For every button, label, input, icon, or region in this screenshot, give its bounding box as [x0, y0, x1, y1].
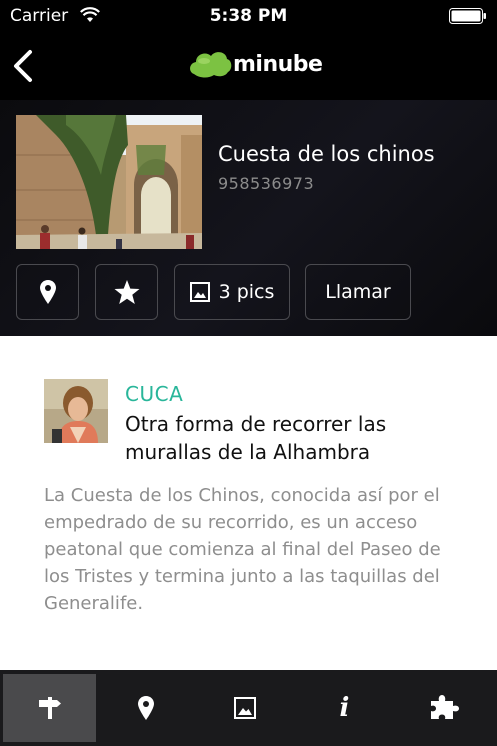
review-title: Otra forma de recorrer las murallas de l… [125, 412, 387, 464]
call-button[interactable]: Llamar [305, 264, 411, 320]
avatar-image [44, 379, 108, 443]
logo-cloud-icon [190, 52, 232, 78]
tab-extras[interactable] [394, 670, 493, 746]
favorite-button[interactable] [95, 264, 158, 320]
puzzle-icon [430, 695, 459, 719]
place-phone[interactable]: 958536973 [218, 174, 314, 193]
back-button[interactable] [8, 46, 42, 86]
map-pin-icon [137, 696, 154, 720]
avatar[interactable] [44, 379, 108, 443]
review-body: La Cuesta de los Chinos, conocida así po… [44, 485, 441, 614]
pics-label: 3 pics [218, 281, 275, 303]
map-pin-icon [39, 280, 56, 304]
logo-text: minube [233, 51, 323, 77]
minube-logo: minube [188, 48, 323, 80]
tab-map[interactable] [96, 670, 195, 746]
map-button[interactable] [16, 264, 79, 320]
review-section: CUCA Otra forma de recorrer las murallas… [0, 336, 497, 670]
place-photo[interactable] [16, 115, 202, 249]
place-header: Cuesta de los chinos 958536973 3 pics Ll… [0, 100, 497, 336]
tab-info[interactable]: i [295, 670, 394, 746]
call-label: Llamar [325, 281, 391, 303]
battery-icon [449, 8, 486, 24]
place-photo-image [16, 115, 202, 249]
status-time: 5:38 PM [209, 6, 288, 26]
status-bar: Carrier 5:38 PM [0, 0, 497, 32]
pics-button[interactable]: 3 pics [174, 264, 290, 320]
info-icon: i [339, 693, 350, 723]
photo-icon [189, 282, 210, 302]
signpost-icon [38, 697, 61, 719]
tab-directions[interactable] [3, 674, 96, 742]
review-author[interactable]: CUCA [125, 382, 183, 406]
tab-bar: i [0, 670, 497, 746]
nav-bar: minube [0, 32, 497, 100]
tab-photos[interactable] [195, 670, 294, 746]
photo-icon [234, 697, 257, 719]
chevron-left-icon [14, 50, 32, 82]
place-title: Cuesta de los chinos [218, 142, 435, 166]
star-icon [114, 279, 139, 304]
